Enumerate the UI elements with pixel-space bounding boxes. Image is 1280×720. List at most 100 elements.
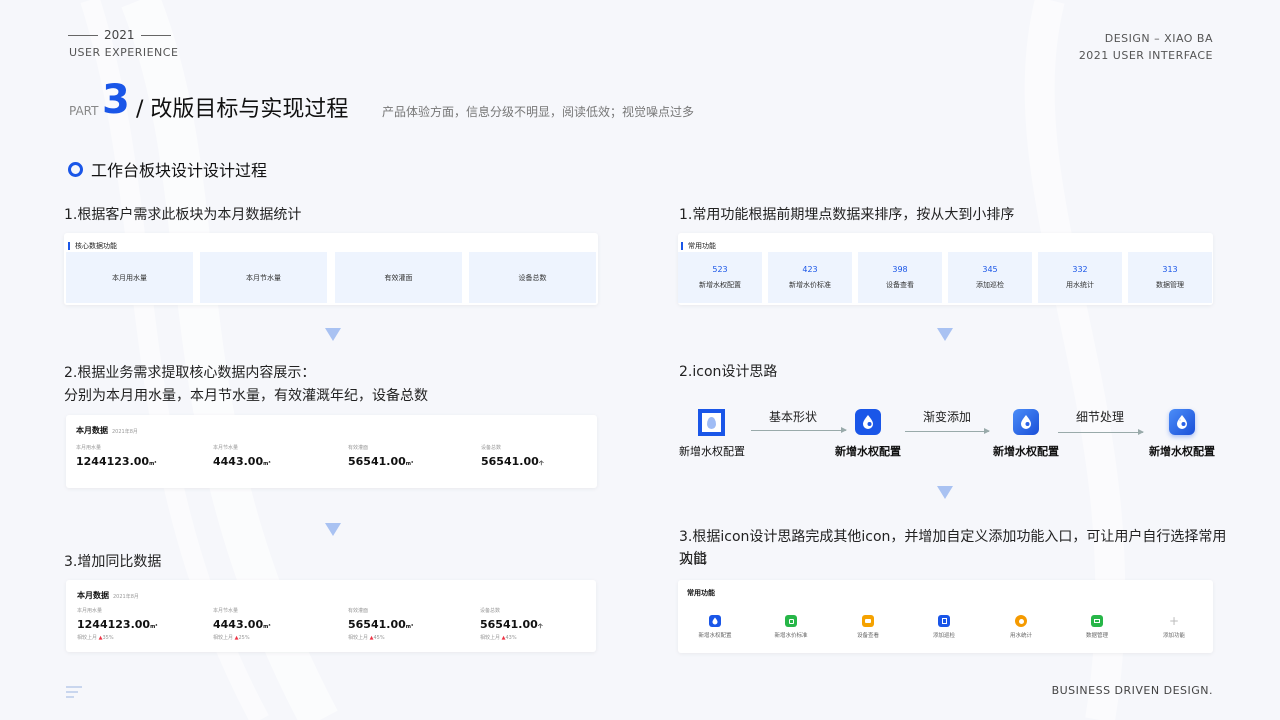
compare-pct: 43% bbox=[505, 635, 517, 641]
part-label: PART bbox=[69, 104, 99, 118]
pie-chart-icon bbox=[1015, 615, 1027, 627]
function-item[interactable]: 新增水价标准 bbox=[756, 615, 826, 639]
stat-device-total: 设备总数 56541.00个 bbox=[481, 444, 544, 468]
water-drop-icon-stage3 bbox=[1013, 409, 1039, 435]
function-label: 添加功能 bbox=[1162, 633, 1185, 639]
tile-label: 新增水权配置 bbox=[699, 281, 741, 289]
header-year: 2021 bbox=[68, 28, 171, 42]
add-function-button[interactable]: + 添加功能 bbox=[1139, 614, 1209, 639]
down-arrow-icon bbox=[325, 328, 341, 341]
stat-number: 1244123.00 bbox=[76, 455, 150, 468]
stat-unit: m³ bbox=[149, 461, 157, 467]
tile-count: 345 bbox=[982, 265, 998, 274]
function-tile: 345 添加巡检 bbox=[948, 252, 1032, 303]
data-tile: 有效灌面 bbox=[335, 252, 462, 303]
monthly-data-compare-card: 本月数据 2021年8月 本月用水量 1244123.00m³ 相较上月 ▲35%… bbox=[66, 580, 596, 652]
function-item[interactable]: 设备查看 bbox=[833, 615, 903, 639]
header-right-line2: 2021 USER INTERFACE bbox=[1078, 49, 1213, 62]
function-label: 添加巡检 bbox=[932, 633, 955, 639]
stat-label: 本月用水量 bbox=[77, 608, 103, 614]
decor-line-left bbox=[68, 34, 98, 36]
section-title: 工作台板块设计设计过程 bbox=[68, 157, 267, 181]
function-item[interactable]: 数据管理 bbox=[1062, 615, 1132, 639]
data-tile: 本月用水量 bbox=[66, 252, 193, 303]
stat-unit: m³ bbox=[263, 624, 271, 630]
compare-label: 相较上月 bbox=[77, 635, 98, 641]
flow-arrow-label: 渐变添加 bbox=[923, 410, 972, 424]
stat-label: 有效灌面 bbox=[348, 445, 369, 451]
tile-count: 398 bbox=[892, 265, 908, 274]
stat-number: 56541.00 bbox=[348, 618, 406, 631]
stat-label: 本月用水量 bbox=[76, 445, 102, 451]
tile-label: 新增水价标准 bbox=[789, 281, 831, 289]
stat-water-use: 本月用水量 1244123.00m³ 相较上月 ▲35% bbox=[77, 607, 157, 641]
device-icon bbox=[862, 615, 874, 627]
function-item[interactable]: 用水统计 bbox=[986, 615, 1056, 639]
left-step2-line1: 2.根据业务需求提取核心数据内容展示： bbox=[64, 365, 316, 381]
stat-irrigation-area: 有效灌面 56541.00m³ 相较上月 ▲45% bbox=[348, 607, 413, 641]
compare-label: 相较上月 bbox=[348, 635, 369, 641]
water-drop-icon-stage1 bbox=[698, 409, 725, 436]
stat-compare: 相较上月 ▲25% bbox=[213, 634, 271, 641]
accent-bar bbox=[681, 242, 683, 250]
left-step3: 3.增加同比数据 bbox=[64, 554, 162, 570]
common-functions-card: 常用功能 523 新增水权配置 423 新增水价标准 398 设备查看 345 添加巡检… bbox=[678, 233, 1213, 305]
drop-glyph bbox=[863, 415, 873, 429]
section-title-text: 工作台板块设计设计过程 bbox=[91, 161, 268, 180]
page-title-sub: 产品体验方面，信息分级不明显，阅读低效；视觉噪点过多 bbox=[382, 105, 695, 119]
function-label: 设备查看 bbox=[856, 633, 879, 639]
card-header: 本月数据 2021年8月 bbox=[76, 425, 138, 436]
stat-number: 56541.00 bbox=[480, 618, 538, 631]
stat-compare: 相较上月 ▲43% bbox=[480, 634, 543, 641]
card-title-text: 本月数据 bbox=[77, 591, 109, 600]
card-title-text: 常用功能 bbox=[687, 589, 715, 597]
flow-arrow bbox=[905, 428, 990, 434]
function-label: 数据管理 bbox=[1085, 633, 1108, 639]
flow-arrow-label: 细节处理 bbox=[1076, 410, 1125, 424]
header-right-line1: DESIGN – XIAO BA bbox=[1104, 32, 1213, 45]
page-title: / 改版目标与实现过程 bbox=[136, 97, 349, 122]
stat-unit: m³ bbox=[405, 624, 414, 630]
year-text: 2021 bbox=[104, 28, 135, 42]
compare-pct: 45% bbox=[373, 635, 385, 641]
card-header: 本月数据 2021年8月 bbox=[77, 590, 139, 601]
water-drop-icon-stage2 bbox=[855, 409, 881, 435]
card-title-text: 本月数据 bbox=[76, 426, 108, 435]
stat-label: 设备总数 bbox=[481, 445, 502, 451]
ring-icon bbox=[68, 161, 83, 177]
right-step3-line1: 3.根据icon设计思路完成其他icon，并增加自定义添加功能入口，可让用户自行… bbox=[679, 529, 1227, 567]
drop-glyph bbox=[1021, 415, 1031, 429]
monthly-data-card: 本月数据 2021年8月 本月用水量 1244123.00m³ 本月节水量 444… bbox=[66, 415, 597, 488]
tile-label: 用水统计 bbox=[1066, 281, 1094, 289]
compare-label: 相较上月 bbox=[480, 635, 501, 641]
water-drop-icon-stage4 bbox=[1169, 409, 1195, 435]
tile-label: 设备总数 bbox=[518, 273, 547, 282]
right-step3-line2: 入口 bbox=[679, 552, 707, 568]
stat-number: 56541.00 bbox=[481, 455, 539, 468]
stage2-label: 新增水权配置 bbox=[835, 445, 901, 458]
header-subtitle-left: USER EXPERIENCE bbox=[69, 46, 179, 59]
compare-label: 相较上月 bbox=[213, 635, 234, 641]
function-item[interactable]: 添加巡检 bbox=[909, 615, 979, 639]
tile-label: 本月节水量 bbox=[246, 273, 281, 282]
stat-number: 1244123.00 bbox=[77, 618, 151, 631]
compare-pct: 25% bbox=[238, 635, 250, 641]
down-arrow-icon bbox=[937, 328, 953, 341]
stat-value: 56541.00个 bbox=[480, 618, 543, 631]
menu-lines-icon bbox=[66, 686, 82, 698]
tile-label: 添加巡检 bbox=[976, 281, 1004, 289]
card-date: 2021年8月 bbox=[113, 594, 139, 600]
stat-unit: 个 bbox=[537, 624, 543, 630]
function-tile: 332 用水统计 bbox=[1038, 252, 1122, 303]
flow-arrow-label: 基本形状 bbox=[769, 410, 818, 424]
flow-arrow bbox=[751, 427, 847, 433]
card-date: 2021年8月 bbox=[112, 429, 138, 435]
drop-shape bbox=[707, 416, 716, 429]
stat-water-saved: 本月节水量 4443.00m³ bbox=[213, 444, 271, 468]
tile-count: 332 bbox=[1072, 265, 1088, 274]
stat-water-use: 本月用水量 1244123.00m³ bbox=[76, 444, 156, 468]
stat-value: 4443.00m³ bbox=[213, 455, 271, 468]
stat-unit: m³ bbox=[405, 461, 414, 467]
core-data-card: 核心数据功能 本月用水量 本月节水量 有效灌面 设备总数 bbox=[64, 233, 598, 305]
function-item[interactable]: 新增水权配置 bbox=[680, 615, 750, 639]
